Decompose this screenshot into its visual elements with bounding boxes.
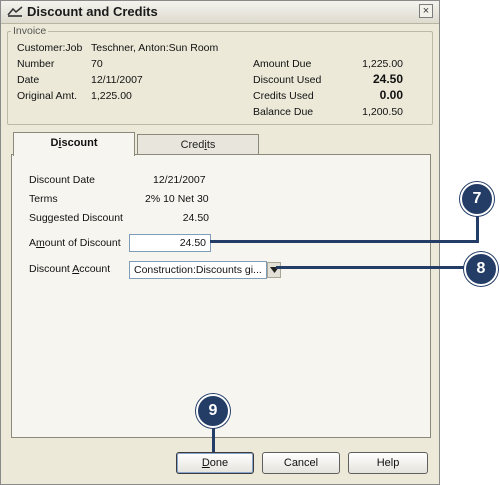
window-title: Discount and Credits [27, 4, 158, 19]
discount-used-label: Discount Used [253, 74, 322, 86]
suggested-discount-value: 24.50 [182, 212, 209, 224]
callout-9-leader [212, 424, 215, 452]
callout-8-leader [276, 266, 466, 269]
number-value: 70 [91, 58, 103, 70]
amount-label-ul: m [36, 237, 45, 249]
app-icon [7, 6, 23, 18]
done-button[interactable]: Done [176, 452, 254, 474]
tab-discount[interactable]: Discount [13, 132, 135, 156]
callout-8: 8 [464, 252, 498, 286]
discount-date-label: Discount Date [29, 174, 95, 186]
done-label-post: one [209, 457, 229, 469]
chevron-down-icon[interactable] [267, 262, 281, 278]
cancel-button[interactable]: Cancel [262, 452, 340, 474]
title-bar: Discount and Credits × [1, 1, 439, 24]
account-label-post: ccount [79, 263, 111, 275]
callout-7: 7 [460, 182, 494, 216]
original-amt-label: Original Amt. [17, 90, 78, 102]
customer-job-label: Customer:Job [17, 42, 83, 54]
discount-account-select[interactable]: Construction:Discounts gi... [129, 261, 267, 279]
terms-label: Terms [29, 193, 58, 205]
customer-job-value: Teschner, Anton:Sun Room [91, 42, 219, 54]
tab-credits[interactable]: Credits [137, 134, 259, 156]
amount-label-pre: A [29, 237, 37, 249]
credits-used-value: 0.00 [379, 88, 403, 102]
invoice-legend: Invoice [11, 25, 49, 37]
callout-7-leader-vertical [476, 214, 479, 243]
amount-due-value: 1,225.00 [362, 58, 403, 70]
account-label-pre: Discount [29, 263, 73, 275]
discount-date-value: 12/21/2007 [153, 174, 206, 186]
done-label-ul: D [201, 457, 210, 469]
discount-account-label: Discount Account [29, 263, 110, 275]
date-label: Date [17, 74, 40, 86]
suggested-discount-label: Suggested Discount [29, 212, 123, 224]
close-icon[interactable]: × [419, 4, 433, 18]
balance-due-value: 1,200.50 [362, 106, 403, 118]
amount-due-label: Amount Due [253, 58, 312, 70]
tab-credits-label-post: ts [206, 139, 216, 151]
discount-used-value: 24.50 [372, 72, 403, 86]
original-amt-value: 1,225.00 [91, 90, 132, 102]
amount-of-discount-input[interactable]: 24.50 [129, 234, 211, 252]
amount-of-discount-label: Amount of Discount [29, 237, 121, 249]
callout-9: 9 [196, 394, 230, 428]
balance-due-label: Balance Due [253, 106, 314, 118]
tab-discount-label-post: scount [61, 137, 98, 149]
amount-label-post: ount of Discount [44, 237, 121, 249]
date-value: 12/11/2007 [91, 74, 143, 86]
terms-value: 2% 10 Net 30 [145, 193, 209, 205]
credits-used-label: Credits Used [253, 90, 314, 102]
help-button[interactable]: Help [348, 452, 428, 474]
callout-7-leader-horizontal [210, 240, 478, 243]
number-label: Number [17, 58, 55, 70]
tab-credits-label-pre: Cred [180, 139, 205, 151]
